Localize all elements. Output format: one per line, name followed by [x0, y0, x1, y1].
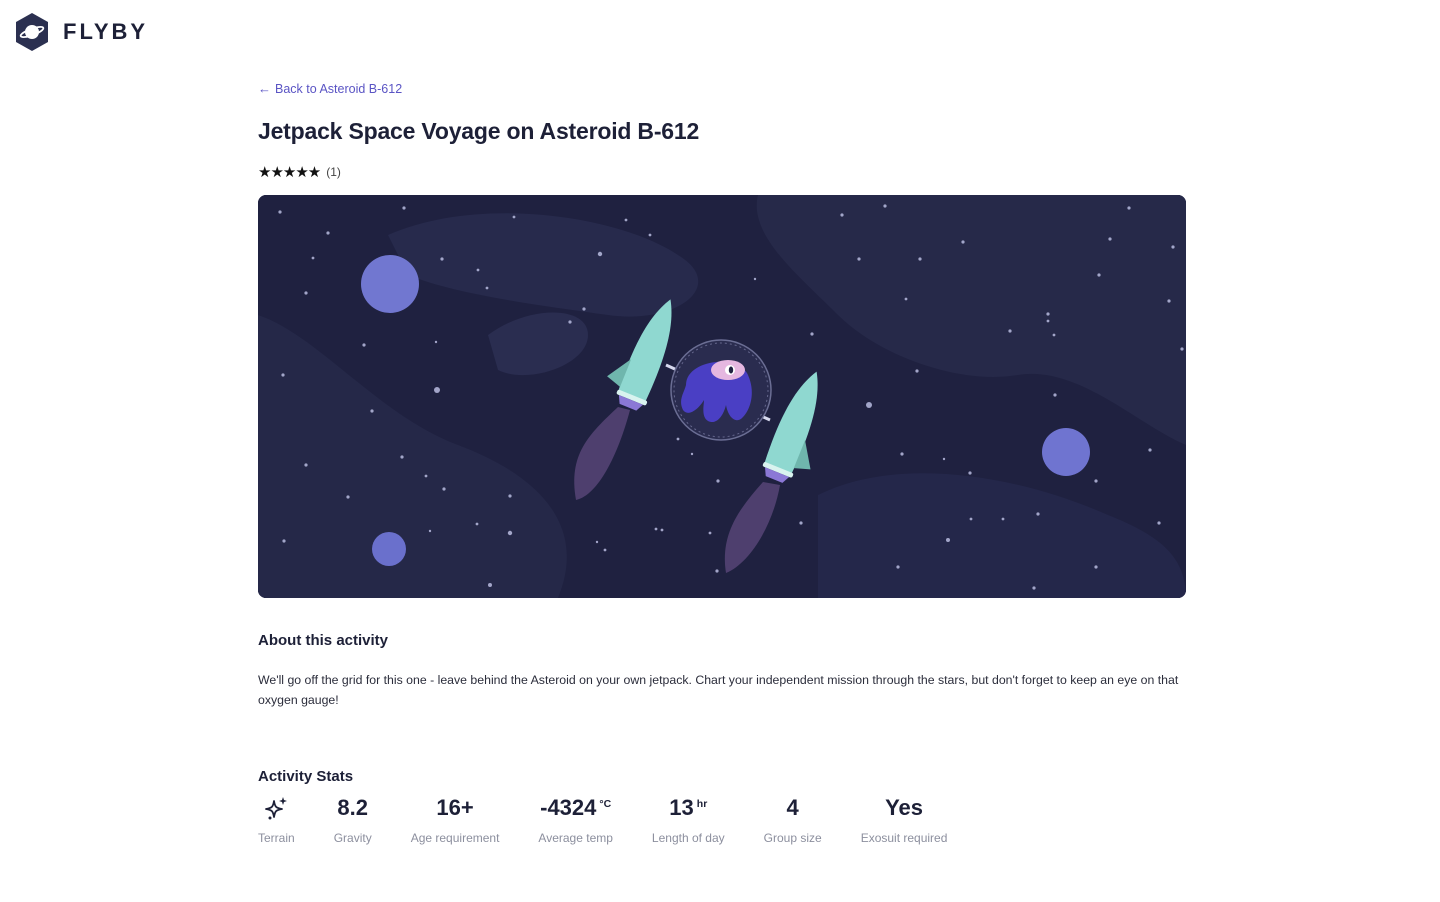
- stat-label-temp: Average temp: [538, 831, 613, 845]
- header: FLYBY: [15, 12, 148, 52]
- stat-day: 13 hr Length of day: [652, 795, 725, 845]
- stat-unit-temp: °C: [599, 798, 612, 810]
- stat-label-exosuit: Exosuit required: [860, 831, 948, 845]
- stat-label-gravity: Gravity: [333, 831, 372, 845]
- stat-value-day: 13: [669, 795, 694, 820]
- stat-value-gravity: 8.2: [337, 795, 368, 820]
- stat-value-exosuit: Yes: [885, 795, 924, 820]
- stat-age: 16+ Age requirement: [411, 795, 500, 845]
- stats-heading: Activity Stats: [258, 768, 354, 785]
- about-heading: About this activity: [258, 632, 389, 649]
- stat-value-age: 16+: [436, 795, 474, 820]
- page-title: Jetpack Space Voyage on Asteroid B-612: [258, 118, 700, 144]
- rating: ★★★★★ (1): [258, 163, 1186, 181]
- stat-label-age: Age requirement: [410, 831, 500, 845]
- about-description: We'll go off the grid for this one - lea…: [258, 673, 1179, 707]
- stat-temp: -4324 °C Average temp: [538, 795, 613, 845]
- back-link[interactable]: ← Back to Asteroid B-612: [258, 81, 402, 96]
- planet-hexagon-icon[interactable]: [15, 12, 49, 52]
- space-illustration: [258, 195, 1186, 598]
- stat-unit-day: hr: [696, 798, 708, 810]
- stat-value-temp: -4324: [540, 795, 597, 820]
- stat-label-day: Length of day: [651, 831, 725, 845]
- review-count[interactable]: (1): [326, 165, 341, 179]
- stat-terrain: Terrain: [258, 795, 295, 845]
- stat-value-group: 4: [786, 795, 799, 820]
- sparkle-icon: [265, 797, 288, 820]
- activity-stats: Terrain 8.2 Gravity 16+ Age requirement …: [258, 795, 1186, 845]
- hero-image: [258, 195, 1186, 598]
- stat-label-terrain: Terrain: [258, 831, 295, 845]
- activity-detail: ← Back to Asteroid B-612 Jetpack Space V…: [258, 80, 1186, 845]
- star-rating: ★★★★★: [258, 164, 321, 181]
- back-link-label: Back to Asteroid B-612: [275, 81, 403, 96]
- stat-exosuit: Yes Exosuit required: [861, 795, 948, 845]
- brand-name[interactable]: FLYBY: [63, 19, 148, 45]
- stat-label-group: Group size: [763, 831, 822, 845]
- stat-group: 4 Group size: [764, 795, 822, 845]
- stat-gravity: 8.2 Gravity: [334, 795, 372, 845]
- arrow-left-icon: ←: [258, 81, 271, 96]
